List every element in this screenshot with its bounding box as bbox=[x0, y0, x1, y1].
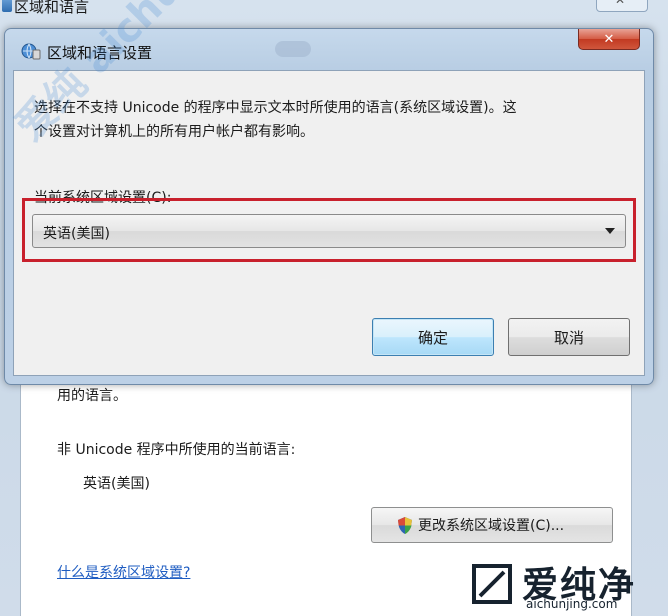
brand-logo-icon bbox=[472, 564, 512, 604]
shield-icon bbox=[398, 516, 412, 534]
watermark-url: aichunjing.com bbox=[526, 597, 618, 611]
dialog-content: 选择在不支持 Unicode 的程序中显示文本时所使用的语言(系统区域设置)。这… bbox=[13, 70, 645, 376]
globe-settings-icon bbox=[21, 43, 41, 60]
close-button[interactable]: ✕ bbox=[578, 29, 640, 50]
parent-fragment-text: 用的语言。 bbox=[57, 388, 127, 404]
region-language-settings-dialog: 区域和语言设置 ✕ 选择在不支持 Unicode 的程序中显示文本时所使用的语言… bbox=[4, 28, 654, 385]
cancel-button[interactable]: 取消 bbox=[508, 318, 630, 356]
parent-window-title: 区域和语言 bbox=[14, 0, 90, 16]
description-line-2: 个设置对计算机上的所有用户帐户都有影响。 bbox=[34, 124, 314, 140]
system-locale-selected-value: 英语(美国) bbox=[43, 226, 110, 242]
title-blur-artifact bbox=[275, 41, 311, 57]
ok-button[interactable]: 确定 bbox=[372, 318, 494, 356]
non-unicode-label: 非 Unicode 程序中所使用的当前语言: bbox=[57, 442, 296, 458]
change-system-locale-label: 更改系统区域设置(C)... bbox=[418, 518, 565, 534]
dropdown-arrow-icon bbox=[605, 228, 615, 234]
description-line-1: 选择在不支持 Unicode 的程序中显示文本时所使用的语言(系统区域设置)。这 bbox=[34, 100, 517, 116]
current-language-value: 英语(美国) bbox=[83, 476, 150, 492]
control-panel-icon bbox=[2, 0, 12, 12]
change-system-locale-button[interactable]: 更改系统区域设置(C)... bbox=[371, 507, 613, 543]
what-is-system-locale-link[interactable]: 什么是系统区域设置? bbox=[57, 562, 190, 582]
dialog-title: 区域和语言设置 bbox=[47, 44, 153, 62]
system-locale-dropdown[interactable]: 英语(美国) bbox=[32, 214, 626, 248]
parent-close-button[interactable] bbox=[596, 0, 648, 12]
close-icon: ✕ bbox=[603, 31, 615, 47]
